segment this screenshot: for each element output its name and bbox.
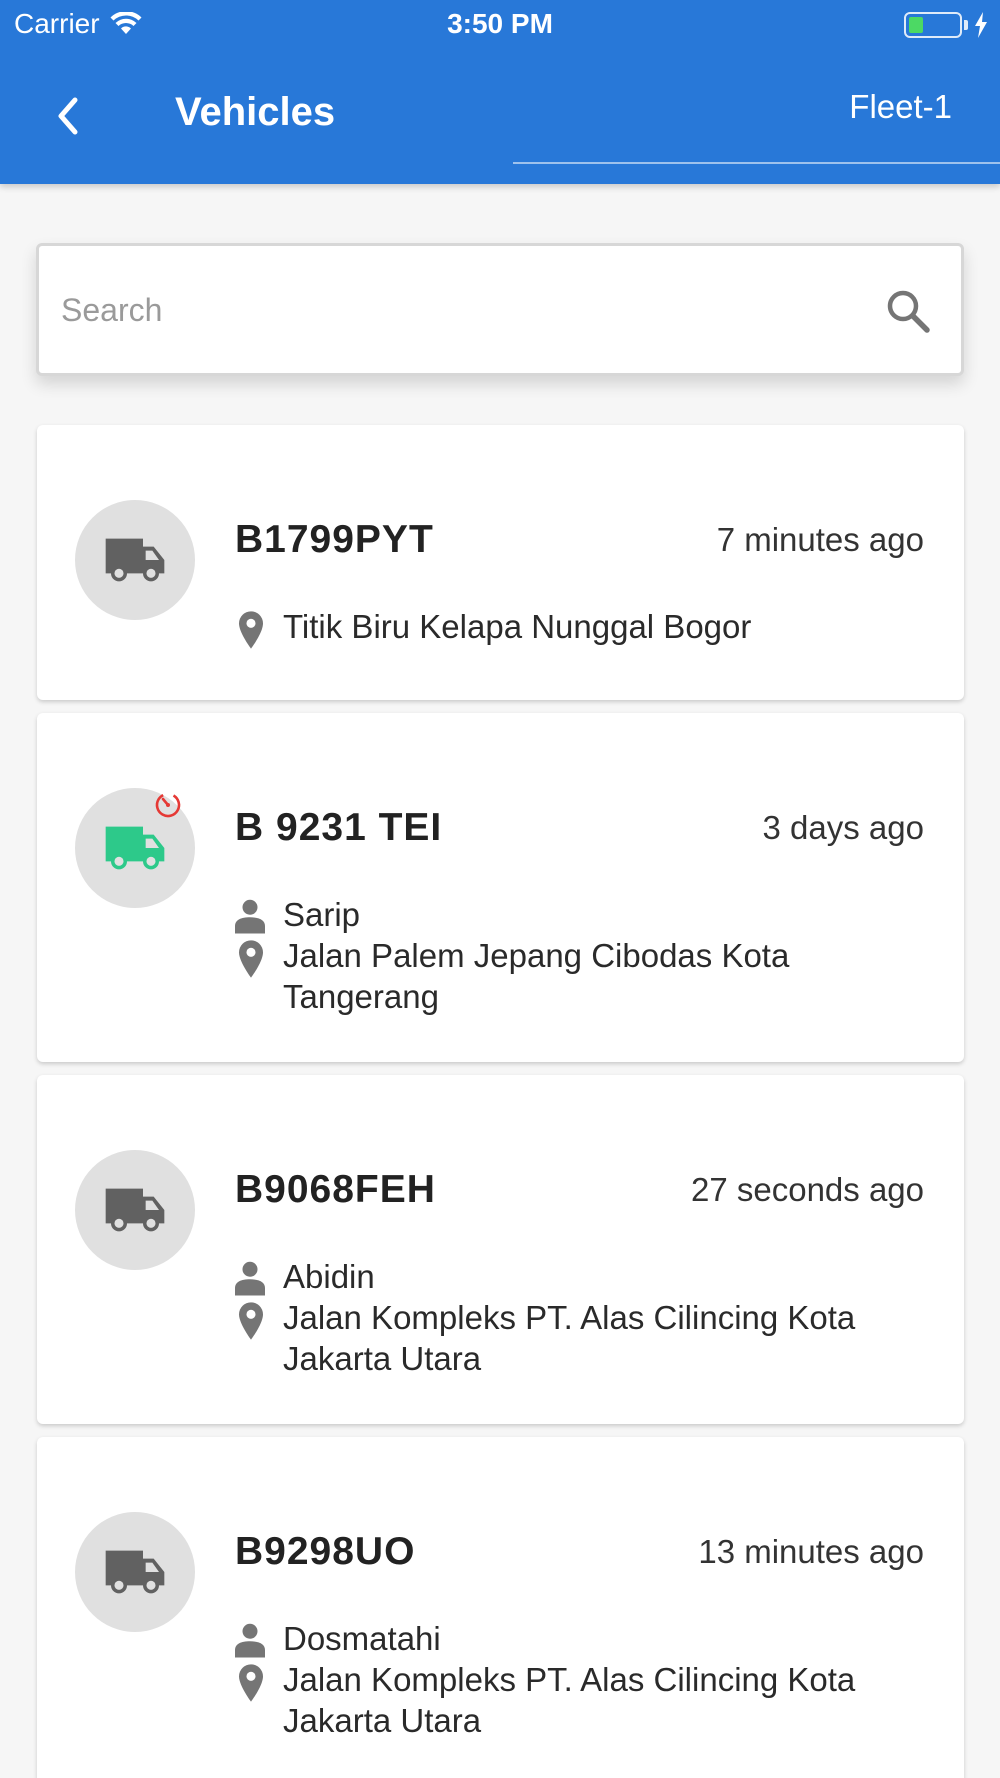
vehicle-card[interactable]: B 9231 TEI 3 days ago Sarip Jalan Palem …: [37, 713, 964, 1062]
truck-icon: [105, 1550, 165, 1594]
driver-row: Dosmatahi: [235, 1620, 935, 1664]
location-pin-icon: [239, 1302, 263, 1340]
search-box: [36, 243, 964, 376]
status-bar: Carrier 3:50 PM: [0, 0, 1000, 50]
person-icon: [235, 899, 265, 934]
location-text: Jalan Kompleks PT. Alas Cilincing Kota J…: [283, 1299, 856, 1377]
chevron-left-icon: [58, 97, 78, 135]
location-row: Jalan Kompleks PT. Alas Cilincing Kota J…: [235, 1661, 935, 1745]
person-icon: [235, 1261, 265, 1296]
driver-name: Abidin: [283, 1258, 375, 1295]
vehicle-plate: B 9231 TEI: [235, 806, 443, 849]
location-text: Jalan Palem Jepang Cibodas Kota Tangeran…: [283, 937, 790, 1015]
vehicle-plate: B9298UO: [235, 1530, 416, 1573]
driver-row: Abidin: [235, 1258, 935, 1302]
fleet-label: Fleet-1: [849, 88, 952, 125]
location-pin-icon: [239, 940, 263, 978]
vehicle-card[interactable]: B9298UO 13 minutes ago Dosmatahi Jalan K…: [37, 1437, 964, 1778]
last-update-time: 27 seconds ago: [690, 1171, 924, 1208]
search-input[interactable]: [61, 274, 861, 346]
battery-icon: [904, 12, 962, 38]
battery-indicator: [904, 12, 988, 38]
battery-fill: [909, 17, 924, 33]
charging-bolt-icon: [975, 12, 987, 38]
vehicle-card[interactable]: B9068FEH 27 seconds ago Abidin Jalan Kom…: [37, 1075, 964, 1424]
truck-icon: [105, 1188, 165, 1232]
location-pin-icon: [239, 1664, 263, 1702]
vehicle-plate: B1799PYT: [235, 518, 434, 561]
vehicle-card[interactable]: B1799PYT 7 minutes ago Titik Biru Kelapa…: [37, 425, 964, 700]
app-bar: Vehicles Fleet-1: [0, 50, 1000, 184]
vehicle-plate: B9068FEH: [235, 1168, 436, 1211]
driver-name: Dosmatahi: [283, 1620, 441, 1657]
person-icon: [235, 1623, 265, 1658]
last-update-time: 13 minutes ago: [698, 1533, 924, 1570]
fleet-selector[interactable]: Fleet-1: [513, 78, 1000, 164]
page-title: Vehicles: [175, 90, 336, 134]
timer-badge-icon: [155, 792, 181, 818]
vehicle-avatar: [75, 500, 195, 620]
truck-icon: [105, 826, 165, 870]
vehicle-avatar: [75, 1512, 195, 1632]
clock: 3:50 PM: [447, 8, 553, 39]
location-text: Titik Biru Kelapa Nunggal Bogor: [283, 608, 752, 645]
location-row: Jalan Palem Jepang Cibodas Kota Tangeran…: [235, 937, 935, 1021]
location-pin-icon: [239, 611, 263, 649]
vehicle-avatar: [75, 1150, 195, 1270]
vehicle-avatar: [75, 788, 195, 908]
last-update-time: 7 minutes ago: [716, 521, 924, 558]
back-button[interactable]: [40, 88, 96, 144]
search-icon[interactable]: [885, 288, 931, 334]
driver-name: Sarip: [283, 896, 361, 933]
last-update-time: 3 days ago: [762, 809, 924, 846]
location-row: Titik Biru Kelapa Nunggal Bogor: [235, 608, 935, 652]
truck-icon: [105, 538, 165, 582]
driver-row: Sarip: [235, 896, 935, 940]
location-text: Jalan Kompleks PT. Alas Cilincing Kota J…: [283, 1661, 856, 1739]
location-row: Jalan Kompleks PT. Alas Cilincing Kota J…: [235, 1299, 935, 1383]
top-bar: Carrier 3:50 PM Vehicles Fleet-1: [0, 0, 1000, 184]
